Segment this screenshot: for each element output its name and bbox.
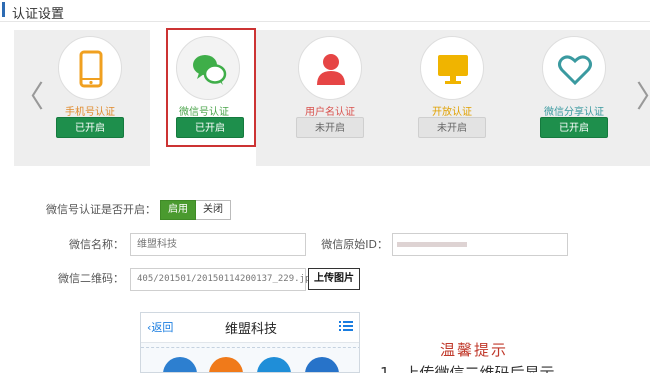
list-menu-icon[interactable]	[339, 320, 353, 335]
enable-toggle: 启用 关闭	[160, 200, 231, 220]
auth-card-label: 开放认证	[432, 107, 472, 118]
wifi-icon	[257, 357, 291, 372]
wechat-origin-id-input[interactable]	[392, 233, 568, 256]
blurred-id-value	[397, 242, 467, 247]
preview-title: 维盟科技	[224, 322, 277, 337]
phone-icon	[58, 36, 122, 100]
auth-card-label: 微信分享认证	[544, 107, 604, 118]
auth-card-username[interactable]: 用户名认证 未开启	[284, 30, 374, 166]
auth-card-share[interactable]: 微信分享认证 已开启	[528, 30, 618, 166]
auth-status-button[interactable]: 未开启	[296, 117, 364, 138]
wechat-preview: ‹返回 维盟科技	[140, 312, 360, 373]
selected-card-outline	[166, 28, 256, 147]
wechat-name-label: 微信名称：	[69, 238, 124, 251]
auth-card-label: 手机号认证	[65, 107, 115, 118]
monitor-icon	[420, 36, 484, 100]
auth-status-button[interactable]: 未开启	[418, 117, 486, 138]
page-title: 认证设置	[12, 7, 65, 22]
tips-text: 1、上传微信二维码后显示	[380, 364, 555, 373]
wechat-qr-label: 微信二维码：	[58, 272, 124, 285]
enable-off-button[interactable]: 关闭	[196, 200, 231, 220]
auth-card-open[interactable]: 开放认证 未开启	[406, 30, 496, 166]
auth-settings-page: 认证设置 〈 手机号认证 已开启 微信号认证 已开启 用户名认证 未开启 开放认…	[0, 0, 650, 373]
header-accent-bar	[2, 2, 5, 17]
user-icon	[298, 36, 362, 100]
tips-title: 温馨提示	[440, 341, 509, 359]
preview-app-icon	[163, 357, 197, 372]
enable-on-button[interactable]: 启用	[160, 200, 196, 220]
preview-topbar: ‹返回 维盟科技	[141, 313, 359, 343]
heart-icon	[542, 36, 606, 100]
auth-card-phone[interactable]: 手机号认证 已开启	[44, 30, 134, 166]
auth-method-carousel: 〈 手机号认证 已开启 微信号认证 已开启 用户名认证 未开启 开放认证 未开启…	[14, 28, 650, 166]
auth-status-button[interactable]: 已开启	[56, 117, 124, 138]
wechat-qr-path-input[interactable]: 405/201501/20150114200137_229.jpg	[130, 268, 316, 291]
preview-divider	[141, 347, 359, 348]
upload-image-button[interactable]: 上传图片	[308, 268, 360, 290]
carousel-prev-arrow[interactable]: 〈	[14, 80, 44, 116]
carousel-next-arrow[interactable]: 〉	[636, 80, 650, 116]
preview-app-icon	[209, 357, 243, 372]
wechat-origin-id-label: 微信原始ID：	[321, 238, 388, 251]
section-header: 认证设置	[0, 0, 650, 22]
auth-status-button[interactable]: 已开启	[540, 117, 608, 138]
wechat-name-input[interactable]: 维盟科技	[130, 233, 306, 256]
auth-card-label: 用户名认证	[305, 107, 355, 118]
enable-label: 微信号认证是否开启：	[46, 203, 156, 216]
star-icon	[305, 357, 339, 372]
